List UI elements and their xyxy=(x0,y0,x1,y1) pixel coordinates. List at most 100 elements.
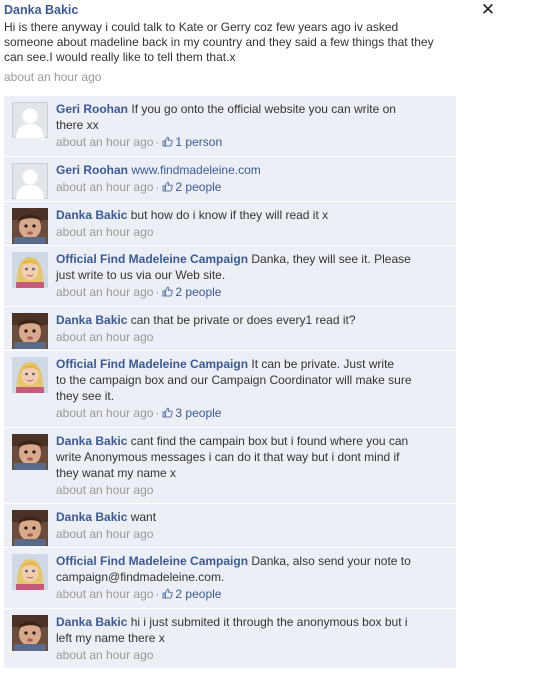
meta-separator: · xyxy=(155,135,160,149)
comment-timestamp[interactable]: about an hour ago xyxy=(56,285,153,299)
avatar[interactable] xyxy=(12,102,48,138)
post-author-link[interactable]: Danka Bakic xyxy=(4,2,454,19)
comment-timestamp[interactable]: about an hour ago xyxy=(56,180,153,194)
comment-text-line: cant find the campain box but i found wh… xyxy=(130,434,409,448)
comment-list: Geri Roohan If you go onto the official … xyxy=(4,96,456,669)
comment-text: Danka Bakic can that be private or does … xyxy=(56,312,450,328)
comment-text-line: there xx xyxy=(56,118,99,132)
comment-text: Danka Bakic hi i just submited it throug… xyxy=(56,614,450,646)
thumbs-up-icon xyxy=(162,180,174,196)
comment-text-line: If you go onto the official website you … xyxy=(131,102,396,116)
comment-text: Geri Roohan If you go onto the official … xyxy=(56,101,450,133)
avatar[interactable] xyxy=(12,252,48,288)
comment-meta: about an hour ago xyxy=(56,482,450,498)
avatar[interactable] xyxy=(12,357,48,393)
likes-count-link[interactable]: 2 people xyxy=(175,180,221,194)
comment-text-line: can that be private or does every1 read … xyxy=(130,313,356,327)
comment-text-line: to the campaign box and our Campaign Coo… xyxy=(56,373,412,387)
comment-text: Official Find Madeleine Campaign Danka, … xyxy=(56,251,450,283)
comment-text-line: want xyxy=(130,510,157,524)
comment-timestamp[interactable]: about an hour ago xyxy=(56,587,153,601)
post-timestamp[interactable]: about an hour ago xyxy=(4,70,454,85)
comment-text: Danka Bakic cant find the campain box bu… xyxy=(56,433,450,481)
comment-author-link[interactable]: Danka Bakic xyxy=(56,313,127,327)
original-post: Danka Bakic Hi is there anyway i could t… xyxy=(4,2,454,85)
likes-count-link[interactable]: 2 people xyxy=(175,587,221,601)
post-text-line: someone about madeline back in my countr… xyxy=(4,35,434,49)
comment-meta: about an hour ago · 3 people xyxy=(56,405,450,422)
comment-timestamp[interactable]: about an hour ago xyxy=(56,225,153,239)
thumbs-up-icon xyxy=(162,587,174,603)
comment-item: Danka Bakic want about an hour ago xyxy=(4,504,456,548)
comment-item: Danka Bakic cant find the campain box bu… xyxy=(4,428,456,504)
comment-author-link[interactable]: Danka Bakic xyxy=(56,434,127,448)
comment-text: Official Find Madeleine Campaign Danka, … xyxy=(56,553,450,585)
comment-text-line: just write to us via our Web site. xyxy=(56,268,226,282)
comment-author-link[interactable]: Official Find Madeleine Campaign xyxy=(56,252,248,266)
thumbs-up-icon xyxy=(162,406,174,422)
comment-author-link[interactable]: Official Find Madeleine Campaign xyxy=(56,357,248,371)
comment-meta: about an hour ago · 2 people xyxy=(56,179,450,196)
comment-item: Geri Roohan If you go onto the official … xyxy=(4,96,456,157)
comment-text-line: hi i just submited it through the anonym… xyxy=(130,615,408,629)
comment-item: Danka Bakic can that be private or does … xyxy=(4,307,456,351)
thumbs-up-icon xyxy=(162,135,174,151)
comment-item: Official Find Madeleine Campaign Danka, … xyxy=(4,548,456,609)
comment-author-link[interactable]: Danka Bakic xyxy=(56,615,127,629)
post-text-line: can see.I would really like to tell them… xyxy=(4,50,236,64)
comment-timestamp[interactable]: about an hour ago xyxy=(56,527,153,541)
post-text: Hi is there anyway i could talk to Kate … xyxy=(4,20,454,65)
comment-text-line: Danka, also send your note to xyxy=(251,554,411,568)
comment-item: Official Find Madeleine Campaign Danka, … xyxy=(4,246,456,307)
comment-text-line: left my name there x xyxy=(56,631,165,645)
comment-text-line: campaign@findmadeleine.com. xyxy=(56,570,225,584)
comment-meta: about an hour ago xyxy=(56,329,450,345)
likes-count-link[interactable]: 1 person xyxy=(175,135,222,149)
comment-author-link[interactable]: Danka Bakic xyxy=(56,510,127,524)
comment-link[interactable]: www.findmadeleine.com xyxy=(131,163,260,177)
avatar[interactable] xyxy=(12,313,48,349)
comment-text-line: Danka, they will see it. Please xyxy=(251,252,411,266)
comment-author-link[interactable]: Official Find Madeleine Campaign xyxy=(56,554,248,568)
comment-item: Danka Bakic but how do i know if they wi… xyxy=(4,202,456,246)
likes-count-link[interactable]: 3 people xyxy=(175,406,221,420)
comment-item: Official Find Madeleine Campaign It can … xyxy=(4,351,456,428)
close-icon[interactable]: ✕ xyxy=(478,0,498,22)
comment-item: Danka Bakic hi i just submited it throug… xyxy=(4,609,456,669)
comment-meta: about an hour ago xyxy=(56,526,450,542)
comment-author-link[interactable]: Geri Roohan xyxy=(56,102,128,116)
avatar[interactable] xyxy=(12,208,48,244)
comment-text: Official Find Madeleine Campaign It can … xyxy=(56,356,450,404)
comment-meta: about an hour ago · 1 person xyxy=(56,134,450,151)
comment-meta: about an hour ago · 2 people xyxy=(56,586,450,603)
comment-meta: about an hour ago xyxy=(56,224,450,240)
comment-timestamp[interactable]: about an hour ago xyxy=(56,648,153,662)
comment-text-line: they wanat my name x xyxy=(56,466,177,480)
comment-text-line: but how do i know if they will read it x xyxy=(130,208,329,222)
meta-separator: · xyxy=(155,180,160,194)
comment-meta: about an hour ago xyxy=(56,647,450,663)
post-text-line: Hi is there anyway i could talk to Kate … xyxy=(4,20,399,34)
likes-count-link[interactable]: 2 people xyxy=(175,285,221,299)
comment-timestamp[interactable]: about an hour ago xyxy=(56,406,153,420)
avatar[interactable] xyxy=(12,163,48,199)
comment-text: Geri Roohan www.findmadeleine.com xyxy=(56,162,450,178)
comment-text: Danka Bakic want xyxy=(56,509,450,525)
meta-separator: · xyxy=(155,285,160,299)
comment-author-link[interactable]: Danka Bakic xyxy=(56,208,127,222)
comment-text-line: they see it. xyxy=(56,389,115,403)
comment-item: Geri Roohan www.findmadeleine.com about a… xyxy=(4,157,456,202)
comment-text: Danka Bakic but how do i know if they wi… xyxy=(56,207,450,223)
avatar[interactable] xyxy=(12,434,48,470)
comment-timestamp[interactable]: about an hour ago xyxy=(56,483,153,497)
meta-separator: · xyxy=(155,406,160,420)
avatar[interactable] xyxy=(12,615,48,651)
comment-timestamp[interactable]: about an hour ago xyxy=(56,330,153,344)
meta-separator: · xyxy=(155,587,160,601)
comment-author-link[interactable]: Geri Roohan xyxy=(56,163,128,177)
comment-text-line: It can be private. Just write xyxy=(251,357,395,371)
avatar[interactable] xyxy=(12,510,48,546)
thumbs-up-icon xyxy=(162,285,174,301)
comment-timestamp[interactable]: about an hour ago xyxy=(56,135,153,149)
avatar[interactable] xyxy=(12,554,48,590)
